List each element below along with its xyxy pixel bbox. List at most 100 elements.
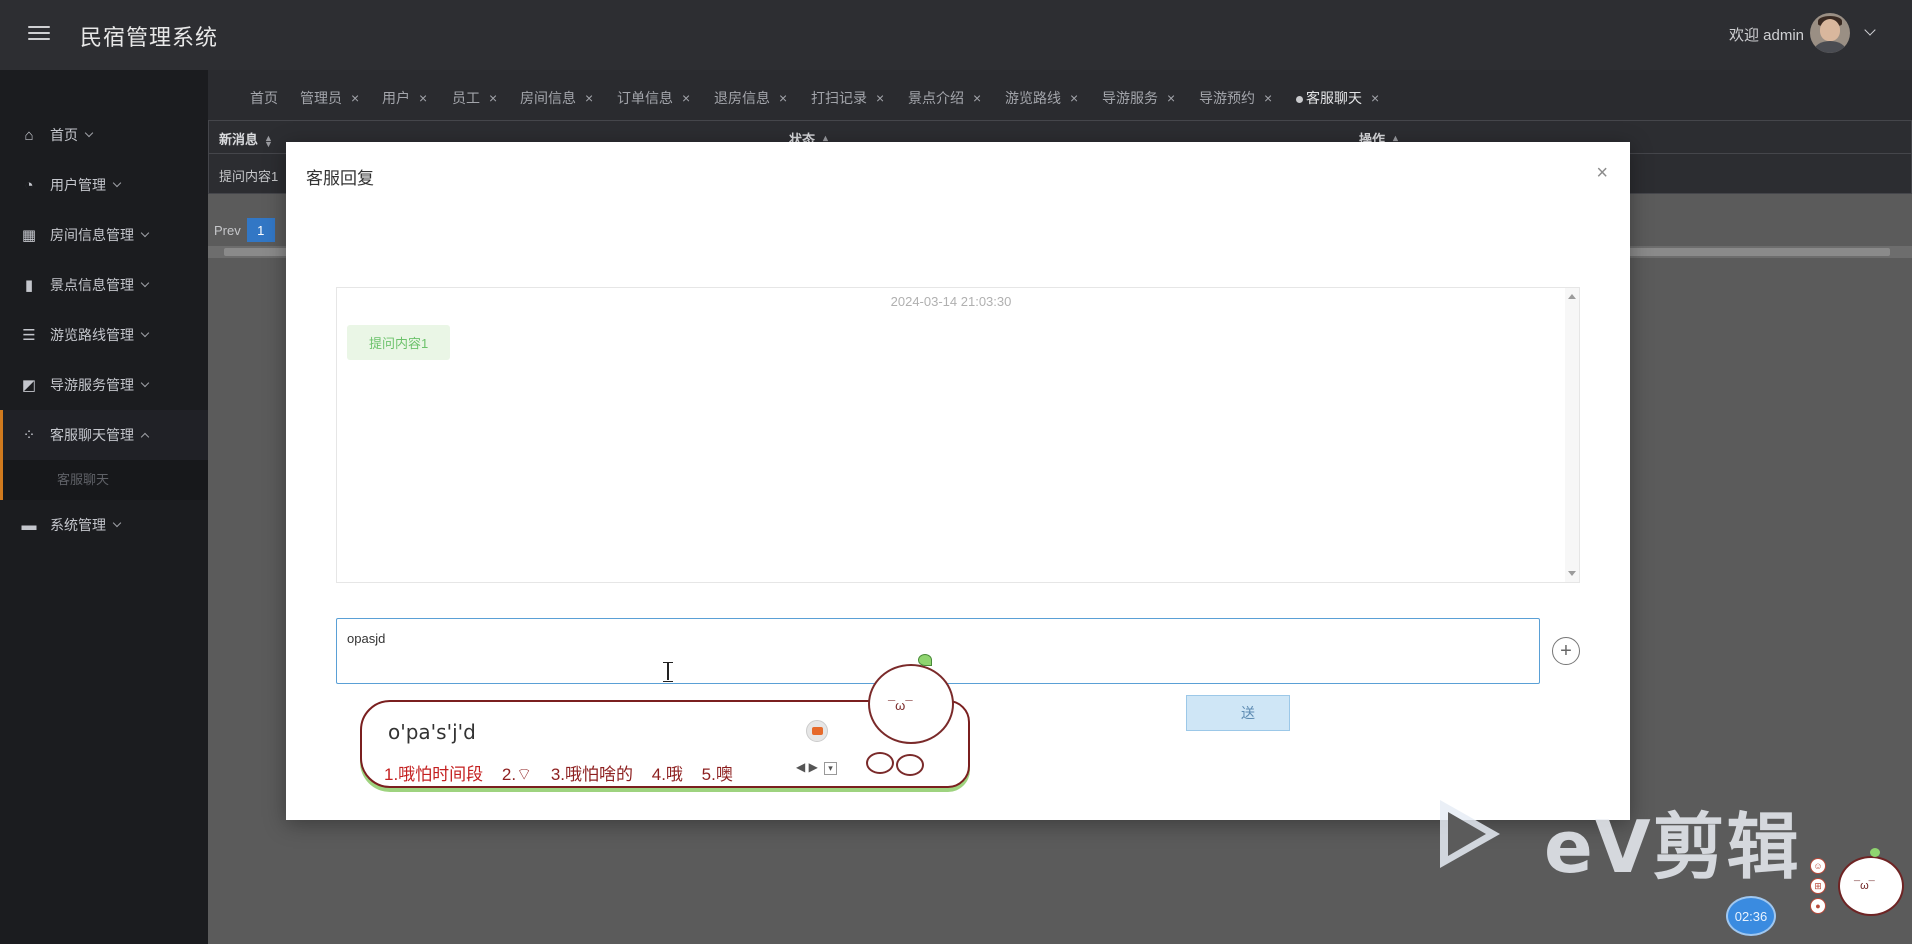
chat-history: 2024-03-14 21:03:30 提问内容1 (336, 287, 1580, 583)
close-icon[interactable]: × (489, 90, 497, 106)
ime-candidates: 1.哦怕时间段 2.⌔ 3.哦怕啥的 4.哦 5.噢 (384, 760, 747, 785)
tab-orders[interactable]: 订单信息 × (617, 88, 690, 108)
close-icon[interactable]: × (1167, 90, 1175, 106)
close-icon[interactable]: × (876, 90, 884, 106)
ime-composition: o'pa's'j'd (388, 720, 476, 744)
tab-rooms[interactable]: 房间信息 × (520, 88, 593, 108)
sidebar-item-label: 游览路线管理 (50, 327, 134, 343)
sidebar: ⌂ 首页 ◔ 用户管理 ▦ 房间信息管理 ▮ 景点信息管理 ☰ 游览路线管理 ◩… (0, 70, 208, 944)
prev-button[interactable]: Prev (208, 223, 247, 238)
send-button[interactable]: 送 (1186, 695, 1290, 731)
chevron-down-icon[interactable] (1864, 24, 1876, 36)
home-icon: ⌂ (24, 126, 34, 144)
tab-admins[interactable]: 管理员 × (300, 88, 359, 108)
chat-bubble: 提问内容1 (347, 325, 451, 360)
bookmark-icon: ▮ (24, 277, 34, 294)
tab-label: 退房信息 (714, 90, 770, 106)
ime-candidate[interactable]: 1.哦怕时间段 (384, 765, 483, 784)
sort-icon: ▲▼ (264, 132, 273, 149)
server-icon: ☰ (22, 327, 36, 344)
ime-candidate[interactable]: 3.哦怕啥的 (551, 765, 633, 784)
tab-guides[interactable]: 导游服务 × (1102, 88, 1175, 108)
smile-icon[interactable]: ☺ (1810, 858, 1826, 874)
mascot-face: ¯ω¯ (888, 698, 913, 713)
sidebar-item-home[interactable]: ⌂ 首页 (0, 110, 208, 160)
tab-checkout[interactable]: 退房信息 × (714, 88, 787, 108)
close-icon[interactable]: × (419, 90, 427, 106)
tab-label: 管理员 (300, 90, 342, 106)
mascot-icon: ¯ω¯ (862, 654, 962, 780)
card-icon: ▬ (21, 516, 37, 534)
tab-home[interactable]: 首页 (250, 88, 278, 108)
add-attachment-button[interactable]: + (1552, 637, 1580, 665)
close-icon[interactable]: × (779, 90, 787, 106)
tab-label: 导游服务 (1102, 90, 1158, 106)
tab-cleaning[interactable]: 打扫记录 × (811, 88, 884, 108)
watermark: eV剪辑 (1440, 790, 1820, 889)
tab-label: 景点介绍 (908, 90, 964, 106)
tab-label: 导游预约 (1199, 90, 1255, 106)
scroll-down-icon[interactable] (1568, 571, 1576, 576)
tab-label: 打扫记录 (811, 90, 867, 106)
close-icon[interactable]: × (585, 90, 593, 106)
sidebar-item-system[interactable]: ▬ 系统管理 (0, 500, 208, 550)
corner-mascot-icon[interactable]: ¯ω¯ (1834, 848, 1908, 940)
sidebar-item-routes[interactable]: ☰ 游览路线管理 (0, 310, 208, 360)
ime-candidate[interactable]: 5.噢 (702, 765, 733, 784)
ime-candidate[interactable]: 2.⌔ (502, 765, 532, 784)
sidebar-subitem-chat[interactable]: 客服聊天 (0, 460, 208, 500)
vertical-scrollbar[interactable] (1565, 288, 1579, 582)
tab-label: 员工 (452, 90, 480, 106)
store-icon: ▦ (21, 227, 37, 244)
sidebar-item-rooms[interactable]: ▦ 房间信息管理 (0, 210, 208, 260)
sidebar-item-label: 用户管理 (50, 177, 106, 193)
page-button[interactable]: 1 (246, 218, 275, 242)
mascot-face: ¯ω¯ (1854, 880, 1875, 892)
tab-label: 订单信息 (617, 90, 673, 106)
sidebar-item-guides[interactable]: ◩ 导游服务管理 (0, 360, 208, 410)
tab-guide-booking[interactable]: 导游预约 × (1199, 88, 1272, 108)
ime-candidate[interactable]: 4.哦 (652, 765, 683, 784)
tab-attractions[interactable]: 景点介绍 × (908, 88, 981, 108)
chevron-down-icon (140, 328, 150, 338)
tab-routes[interactable]: 游览路线 × (1005, 88, 1078, 108)
close-icon[interactable]: × (1371, 90, 1379, 106)
scroll-up-icon[interactable] (1568, 294, 1576, 299)
ime-dropdown-icon[interactable]: ▾ (824, 762, 837, 775)
avatar[interactable] (1810, 13, 1850, 53)
top-header: 民宿管理系统 欢迎 admin (0, 0, 1912, 70)
chevron-down-icon (140, 228, 150, 238)
close-icon[interactable]: × (973, 90, 981, 106)
column-label: 新消息 (219, 132, 259, 147)
dashboard-icon: ◔ (24, 176, 34, 194)
ime-page-arrows-icon[interactable]: ◀ ▶ (796, 760, 818, 774)
ime-logo-icon[interactable] (806, 720, 828, 742)
close-icon[interactable]: × (1070, 90, 1078, 106)
sidebar-item-users[interactable]: ◔ 用户管理 (0, 160, 208, 210)
column-header[interactable]: 新消息 ▲ ▼ (219, 129, 273, 148)
close-icon[interactable]: × (351, 90, 359, 106)
menu-toggle-icon[interactable] (28, 22, 50, 44)
sidebar-item-label: 景点信息管理 (50, 277, 134, 293)
tab-users[interactable]: 用户 × (382, 88, 427, 108)
close-icon[interactable]: × (1264, 90, 1272, 106)
recording-timer[interactable]: 02:36 (1726, 896, 1776, 936)
modal-title: 客服回复 (306, 169, 374, 188)
bear-icon[interactable]: ● (1810, 898, 1826, 914)
sidebar-item-chat[interactable]: ⁘ 客服聊天管理 (0, 410, 208, 460)
play-logo-icon (1440, 800, 1500, 868)
tab-staff[interactable]: 员工 × (452, 88, 497, 108)
close-icon[interactable]: × (1596, 162, 1608, 185)
tab-chat[interactable]: 客服聊天 × (1296, 88, 1379, 108)
sidebar-item-label: 导游服务管理 (50, 377, 134, 393)
sprout-icon (918, 654, 932, 666)
tab-bar: 首页 管理员 × 用户 × 员工 × 房间信息 × 订单信息 × 退房信息 × 打扫记录 × … (208, 70, 1912, 120)
app-title: 民宿管理系统 (80, 25, 219, 50)
sidebar-item-label: 首页 (50, 127, 78, 143)
grid-icon[interactable]: ⊞ (1810, 878, 1826, 894)
table-row[interactable]: 提问内容1 (219, 166, 278, 185)
plus-icon: + (1560, 640, 1572, 662)
close-icon[interactable]: × (682, 90, 690, 106)
mascot-blob (866, 752, 894, 774)
sidebar-item-attractions[interactable]: ▮ 景点信息管理 (0, 260, 208, 310)
